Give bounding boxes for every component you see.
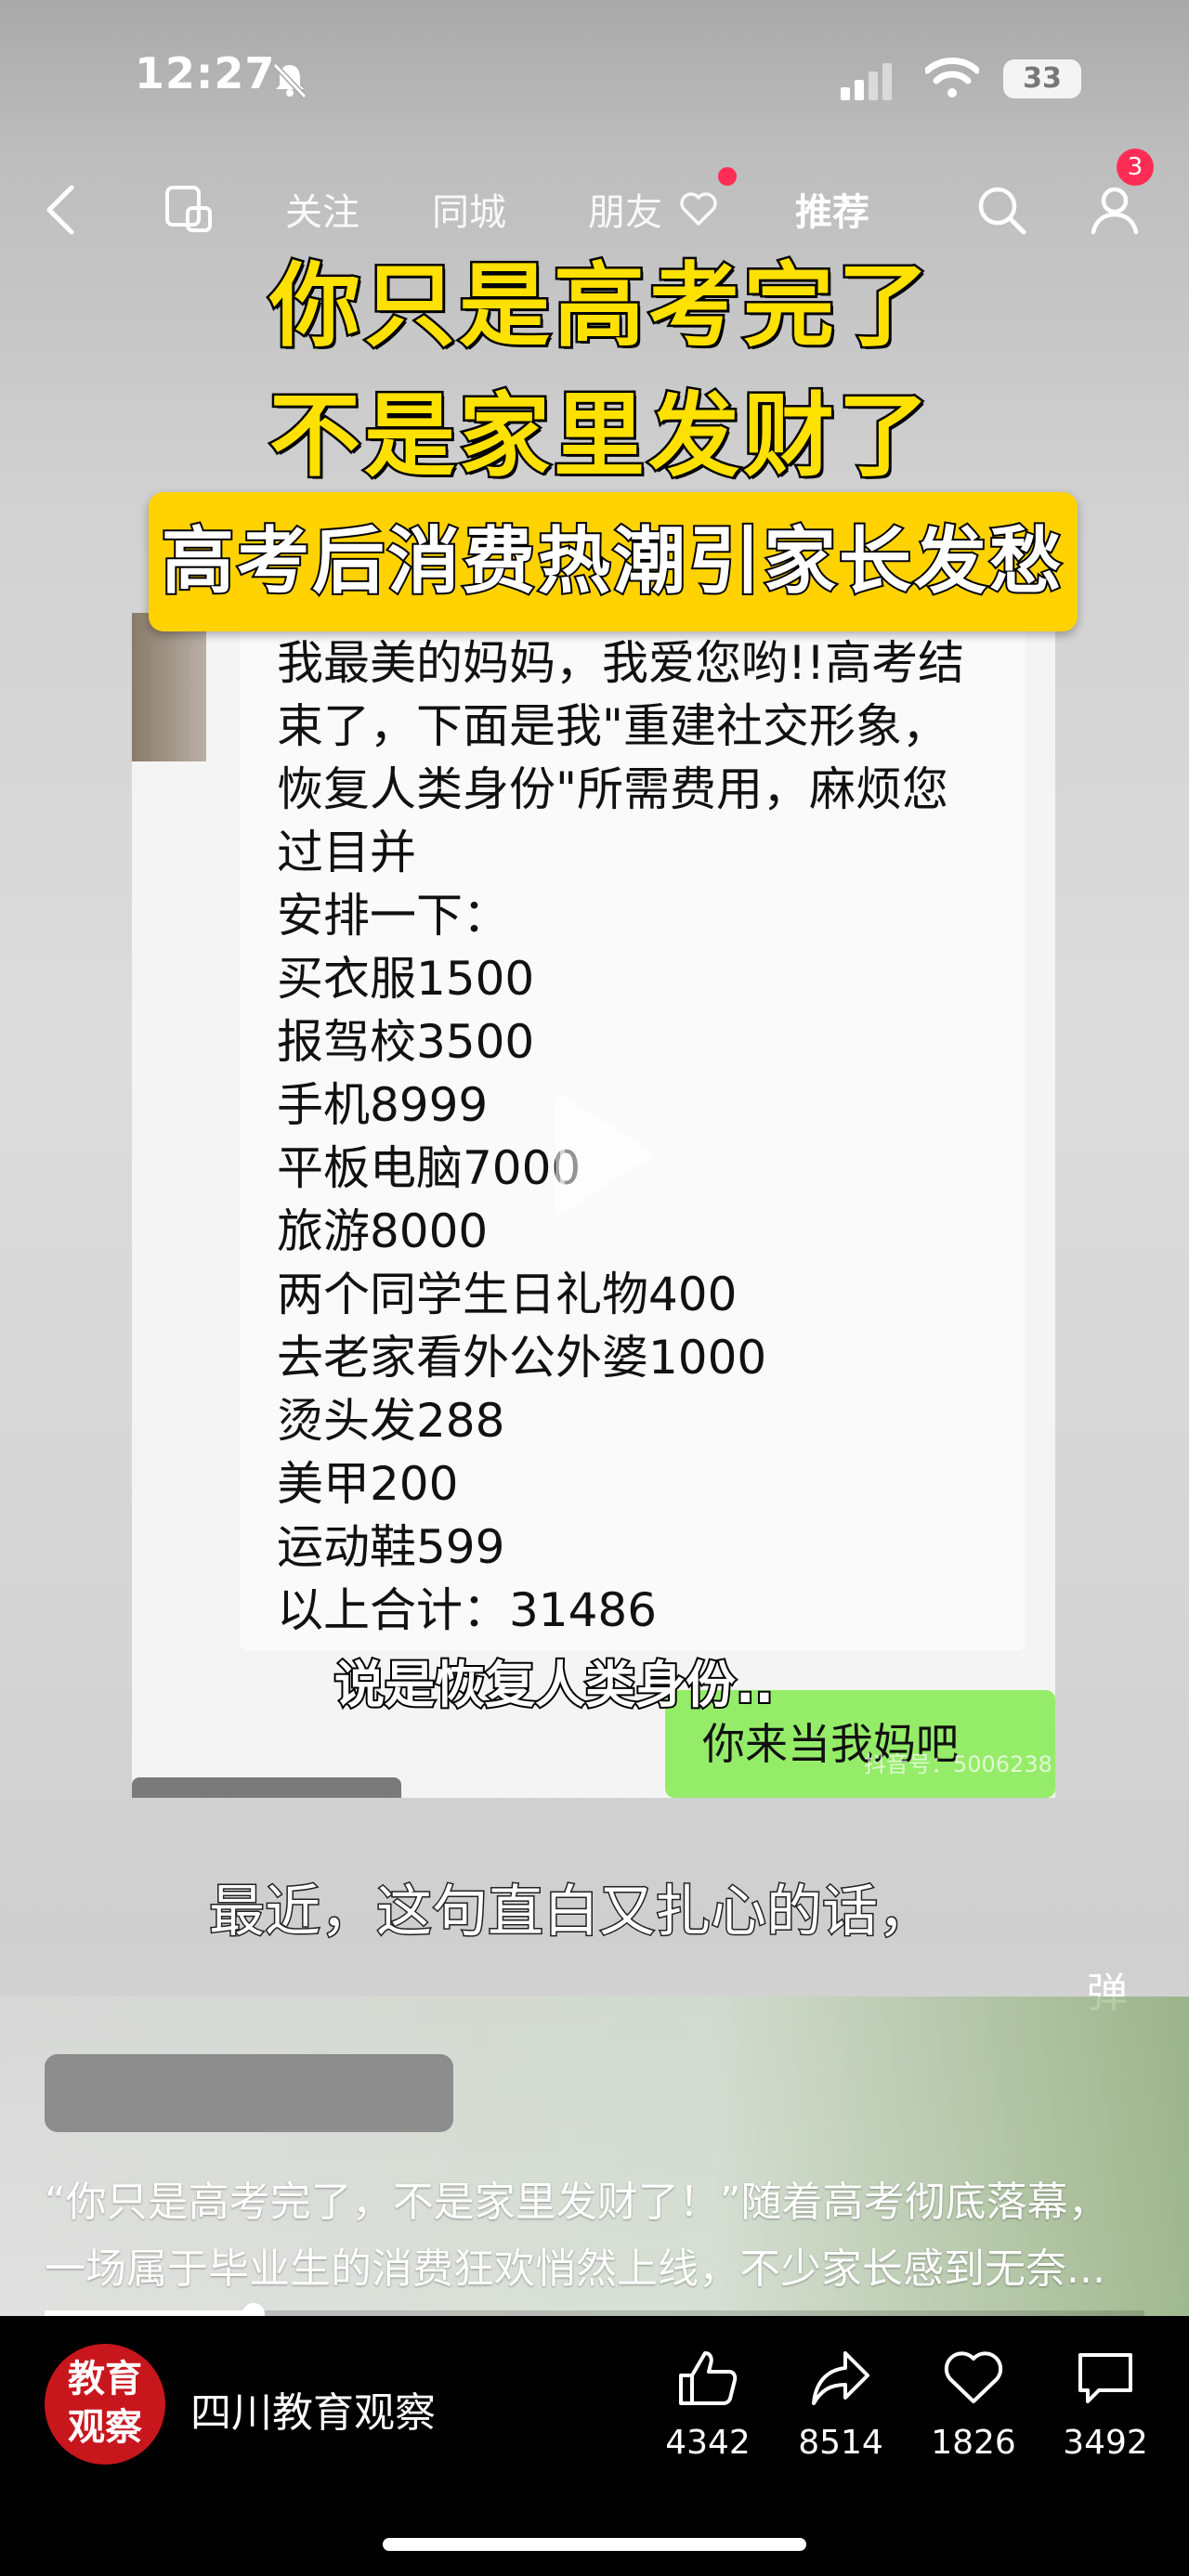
multi-window-icon[interactable] — [163, 184, 216, 236]
chat-line: 运动鞋599 — [277, 1520, 505, 1574]
chat-line: 过目并 — [277, 826, 416, 879]
tab-follow[interactable]: 关注 — [285, 182, 359, 236]
share-button[interactable]: 8514 — [785, 2349, 896, 2462]
chat-line: 安排一下： — [277, 889, 509, 943]
share-arrow-icon — [812, 2351, 869, 2405]
chat-line: 束了，下面是我"重建社交形象， — [277, 699, 948, 753]
bell-muted-icon — [272, 62, 307, 98]
chat-line: 以上合计：31486 — [277, 1583, 658, 1637]
chat-input-bar — [132, 1777, 401, 1798]
chat-line: 烫头发288 — [277, 1394, 505, 1448]
tab-local[interactable]: 同城 — [432, 182, 506, 236]
video-inner-subtitle: 说是恢复人类身份.. — [333, 1654, 776, 1716]
comment-count: 3492 — [1063, 2424, 1148, 2462]
favorite-count: 1826 — [931, 2424, 1016, 2462]
description-line: “你只是高考完了，不是家里发财了！”随着高考彻底落幕， — [45, 2179, 1109, 2226]
tab-friends[interactable]: 朋友 — [588, 182, 662, 236]
chat-line: 去老家看外公外婆1000 — [277, 1331, 767, 1385]
chat-line: 买衣服1500 — [277, 952, 535, 1006]
video-title-banner: 高考后消费热潮引家长发愁 — [149, 492, 1078, 631]
douyin-watermark: 抖音号：5006238 — [864, 1751, 1052, 1777]
status-time: 12:27 — [135, 48, 276, 98]
tab-recommended[interactable]: 推荐 — [795, 182, 869, 236]
chat-line: 两个同学生日礼物400 — [277, 1268, 738, 1321]
comment-icon — [1078, 2353, 1132, 2403]
like-button[interactable]: 4342 — [652, 2349, 764, 2462]
play-icon[interactable] — [518, 1075, 676, 1233]
description-line: 一场属于毕业生的消费狂欢悄然上线，不少家长感到无奈... — [45, 2245, 1105, 2293]
thumbs-up-icon — [679, 2351, 738, 2405]
back-icon[interactable] — [42, 182, 79, 238]
heart-icon — [944, 2351, 1003, 2403]
wifi-icon — [925, 58, 979, 98]
chat-line: 报驾校3500 — [277, 1015, 535, 1069]
chat-line: 我最美的妈妈，我爱您哟!!高考结 — [277, 636, 965, 690]
notification-badge: 3 — [1117, 149, 1154, 186]
favorite-button[interactable]: 1826 — [918, 2349, 1029, 2462]
video-title-line2: 不是家里发财了 — [267, 382, 934, 492]
logo-text-line: 教育 — [68, 2357, 142, 2400]
blurred-tag-chip[interactable] — [45, 2054, 453, 2132]
home-indicator[interactable] — [383, 2538, 806, 2551]
like-count: 4342 — [665, 2424, 751, 2462]
search-icon[interactable] — [975, 184, 1027, 236]
battery-indicator: 33 — [1003, 59, 1081, 98]
heart-outline-icon — [680, 192, 717, 226]
video-description[interactable]: “你只是高考完了，不是家里发财了！”随着高考彻底落幕， 一场属于毕业生的消费狂欢… — [45, 2169, 1150, 2303]
video-caption: 最近，这句直白又扎心的话， — [208, 1879, 935, 1946]
chat-line: 美甲200 — [277, 1457, 459, 1511]
profile-icon[interactable] — [1089, 184, 1141, 236]
video-title-line1: 你只是高考完了 — [267, 252, 934, 362]
signal-icon — [841, 63, 892, 100]
channel-avatar[interactable]: 教育 观察 — [45, 2344, 165, 2465]
notification-dot — [718, 167, 737, 186]
chat-line: 恢复人类身份"所需费用，麻烦您 — [277, 762, 948, 816]
logo-text-line: 观察 — [68, 2405, 142, 2449]
channel-name[interactable]: 四川教育观察 — [190, 2379, 436, 2439]
share-count: 8514 — [798, 2424, 883, 2462]
chat-avatar-blur — [132, 613, 206, 761]
comment-button[interactable]: 3492 — [1050, 2349, 1161, 2462]
